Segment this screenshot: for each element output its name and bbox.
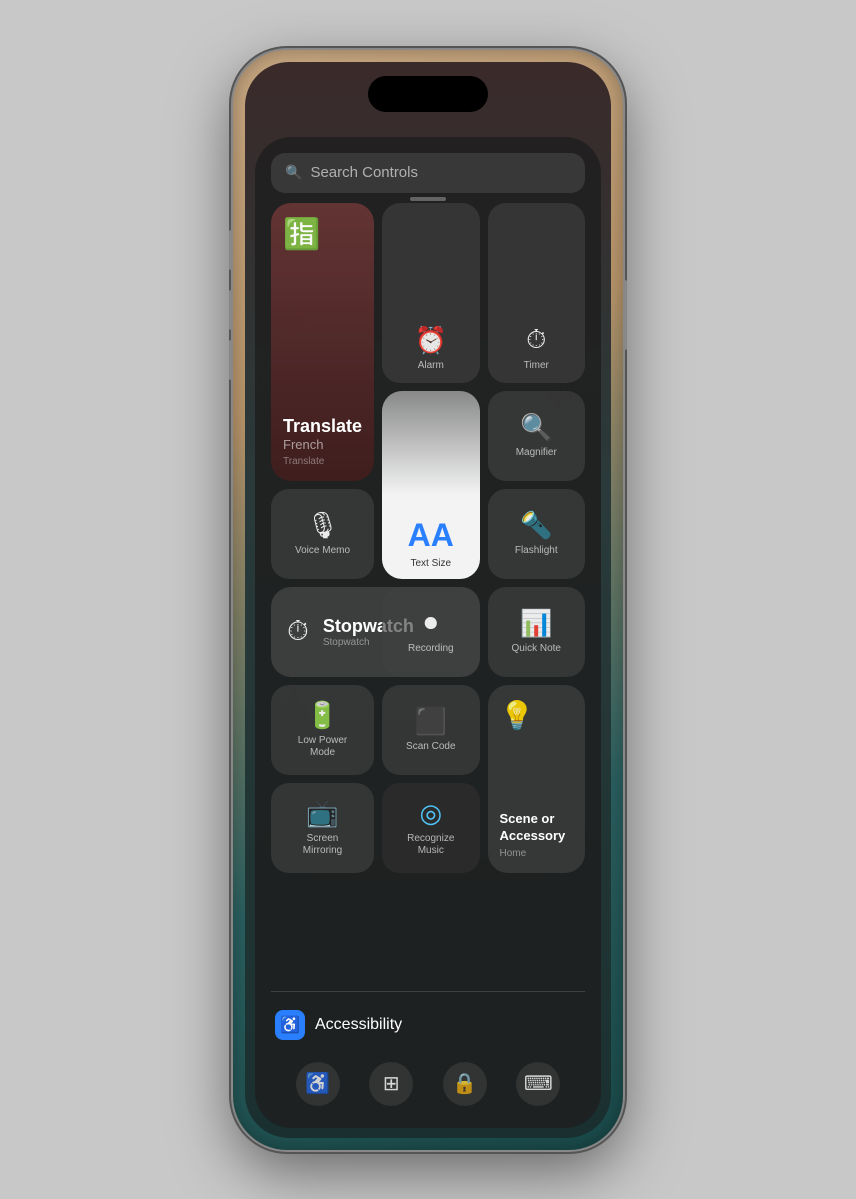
scene-home-title: Scene orAccessory <box>500 811 566 845</box>
shazam-icon: ◎ <box>419 798 442 829</box>
recording-icon: ⏺ <box>424 607 437 639</box>
timer-label: Timer <box>524 360 549 373</box>
magnifier-icon: 🔍 <box>520 412 552 443</box>
scan-code-tile[interactable]: ⬛ Scan Code <box>382 685 479 775</box>
timer-tile[interactable]: ⏱ Timer <box>488 203 585 383</box>
accessibility-label: Accessibility <box>315 1016 402 1034</box>
quick-note-icon: 📊 <box>520 608 552 639</box>
keyboard-bottom-icon[interactable]: ⌨ <box>516 1062 560 1106</box>
voice-memo-icon: 🎙 <box>306 510 339 541</box>
voice-memo-label: Voice Memo <box>295 545 350 558</box>
home-icon: 💡 <box>500 699 535 732</box>
recording-label: Recording <box>408 643 454 656</box>
grid-bottom-icon[interactable]: ⊞ <box>369 1062 413 1106</box>
recognize-music-tile[interactable]: ◎ RecognizeMusic <box>382 783 479 873</box>
translate-subtitle: French <box>283 437 362 452</box>
low-power-icon: 🔋 <box>306 700 338 731</box>
scan-code-icon: ⬛ <box>415 706 447 737</box>
low-power-label: Low PowerMode <box>298 735 347 760</box>
search-icon: 🔍 <box>285 164 302 181</box>
accessibility-row[interactable]: ♿ Accessibility <box>271 1004 585 1046</box>
magnifier-tile[interactable]: 🔍 Magnifier <box>488 391 585 481</box>
translate-icon: 🈯 <box>283 217 320 252</box>
magnifier-label: Magnifier <box>516 447 557 460</box>
scene-home-tile[interactable]: 💡 Scene orAccessory Home <box>488 685 585 873</box>
accessibility-circle-icon: ♿ <box>305 1071 330 1096</box>
accessibility-bottom-icon[interactable]: ♿ <box>296 1062 340 1106</box>
search-placeholder: Search Controls <box>310 164 418 181</box>
scan-code-label: Scan Code <box>406 741 455 754</box>
phone-shell: 🔍 Search Controls 🈯 Translate French Tra… <box>233 50 623 1150</box>
timer-icon: ⏱ <box>526 324 546 356</box>
bottom-icons-row: ♿ ⊞ 🔒 ⌨ <box>271 1056 585 1112</box>
quick-note-tile[interactable]: 📊 Quick Note <box>488 587 585 677</box>
text-size-label: Text Size <box>410 558 451 569</box>
phone-screen: 🔍 Search Controls 🈯 Translate French Tra… <box>245 62 611 1138</box>
flashlight-label: Flashlight <box>515 545 558 558</box>
voice-memo-tile[interactable]: 🎙 Voice Memo <box>271 489 374 579</box>
stopwatch-icon: ⏱ <box>287 615 309 648</box>
recognize-music-label: RecognizeMusic <box>407 833 454 858</box>
screen-mirroring-tile[interactable]: 📺 ScreenMirroring <box>271 783 374 873</box>
alarm-tile[interactable]: ⏰ Alarm <box>382 203 479 383</box>
dynamic-island <box>368 76 488 112</box>
flashlight-tile[interactable]: 🔦 Flashlight <box>488 489 585 579</box>
flashlight-icon: 🔦 <box>520 510 552 541</box>
text-size-display: AA <box>408 517 454 554</box>
grid-icon: ⊞ <box>383 1071 400 1096</box>
text-size-tile[interactable]: AA Text Size <box>382 391 479 579</box>
scene-home-label: Home <box>500 848 566 859</box>
lock-bottom-icon[interactable]: 🔒 <box>443 1062 487 1106</box>
alarm-label: Alarm <box>418 360 444 373</box>
screen-mirror-label: ScreenMirroring <box>303 833 342 858</box>
translate-title: Translate <box>283 416 362 437</box>
keyboard-icon: ⌨ <box>524 1071 553 1096</box>
divider <box>271 991 585 992</box>
low-power-tile[interactable]: 🔋 Low PowerMode <box>271 685 374 775</box>
alarm-icon: ⏰ <box>415 325 447 356</box>
translate-tile[interactable]: 🈯 Translate French Translate <box>271 203 374 481</box>
screen-mirror-icon: 📺 <box>306 798 338 829</box>
quick-note-label: Quick Note <box>512 643 561 656</box>
lock-rotation-icon: 🔒 <box>452 1071 477 1096</box>
search-bar[interactable]: 🔍 Search Controls <box>271 153 585 193</box>
recording-tile[interactable]: ⏺ Recording <box>382 587 479 677</box>
translate-label: Translate <box>283 456 362 467</box>
accessibility-symbol: ♿ <box>280 1015 300 1035</box>
control-center-panel: 🔍 Search Controls 🈯 Translate French Tra… <box>255 137 601 1128</box>
accessibility-icon: ♿ <box>275 1010 305 1040</box>
pull-indicator <box>410 197 446 201</box>
